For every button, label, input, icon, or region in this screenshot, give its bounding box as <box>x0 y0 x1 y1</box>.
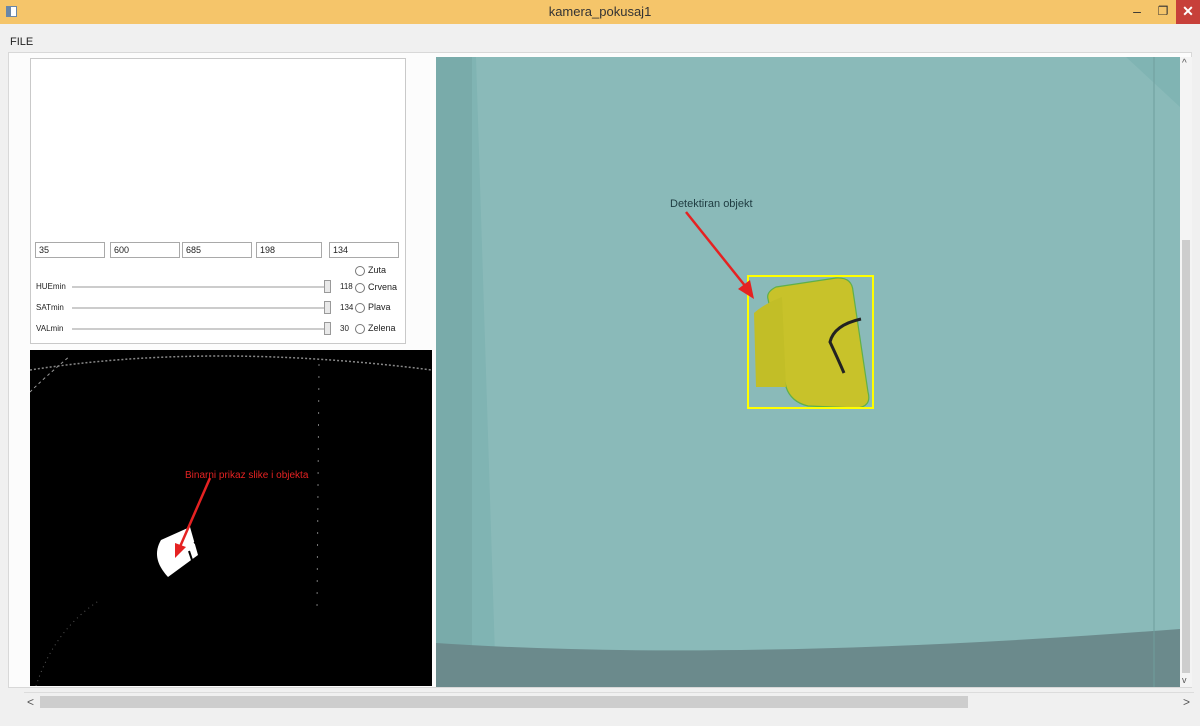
radio-circle-icon[interactable] <box>355 265 365 276</box>
vertical-scroll-thumb[interactable] <box>1182 240 1190 673</box>
window-title: kamera_pokusaj1 <box>548 4 652 19</box>
sat-slider[interactable] <box>72 301 331 314</box>
slider-thumb[interactable] <box>324 280 331 293</box>
binary-annotation: Binarni prikaz slike i objekta <box>185 470 309 481</box>
slider-thumb[interactable] <box>324 322 331 335</box>
param-field-4[interactable] <box>256 242 322 258</box>
horizontal-scroll-thumb[interactable] <box>40 696 968 708</box>
minimize-button[interactable]: – <box>1124 0 1150 24</box>
slider-row-hue: HUEmin 118 <box>31 280 407 294</box>
camera-view: Detektiran objekt <box>436 57 1180 687</box>
param-field-3[interactable] <box>182 242 252 258</box>
menu-file[interactable]: FILE <box>10 36 33 48</box>
param-field-2[interactable] <box>110 242 180 258</box>
slider-label: SATmin <box>36 303 64 312</box>
binary-background <box>30 350 432 686</box>
binary-view: Binarni prikaz slike i objekta <box>30 350 432 686</box>
param-field-5[interactable] <box>329 242 399 258</box>
menu-bar: FILE <box>0 24 1200 52</box>
radio-label: Zuta <box>368 265 387 275</box>
camera-annotation: Detektiran objekt <box>670 198 753 210</box>
camera-image: Detektiran objekt <box>436 57 1180 687</box>
param-field-1[interactable] <box>35 242 105 258</box>
slider-label: VALmin <box>36 324 64 333</box>
slider-label: HUEmin <box>36 282 66 291</box>
scroll-right-icon[interactable]: > <box>1183 693 1190 711</box>
detected-object-shade <box>754 297 786 387</box>
scroll-down-icon[interactable]: v <box>1182 671 1187 689</box>
control-panel: Zuta Crvena Plava Zelena HUEmin 118 SATm… <box>30 58 406 344</box>
maximize-button[interactable]: ❐ <box>1150 0 1176 24</box>
horizontal-scrollbar[interactable]: < > <box>24 692 1194 710</box>
vertical-scrollbar[interactable]: ^ v <box>1180 57 1192 687</box>
hue-slider[interactable] <box>72 280 331 293</box>
camera-left-edge <box>436 57 472 687</box>
binary-image: Binarni prikaz slike i objekta <box>30 350 432 686</box>
slider-value: 118 <box>340 282 353 291</box>
radio-zuta[interactable]: Zuta <box>355 264 386 276</box>
scroll-left-icon[interactable]: < <box>27 693 34 711</box>
slider-row-sat: SATmin 134 <box>31 301 407 315</box>
slider-value: 30 <box>340 324 349 333</box>
close-button[interactable]: ✕ <box>1176 0 1200 24</box>
val-slider[interactable] <box>72 322 331 335</box>
title-bar: kamera_pokusaj1 – ❐ ✕ <box>0 0 1200 24</box>
slider-value: 134 <box>340 303 354 312</box>
scroll-up-icon[interactable]: ^ <box>1182 55 1187 73</box>
slider-row-val: VALmin 30 <box>31 322 407 336</box>
slider-thumb[interactable] <box>324 301 331 314</box>
